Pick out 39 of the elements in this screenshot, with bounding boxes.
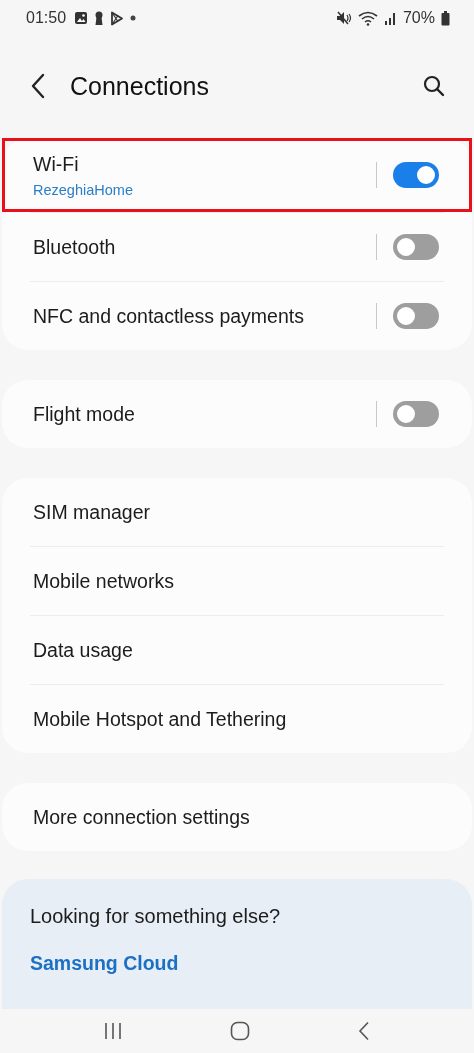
keyhole-icon — [94, 10, 105, 26]
recents-button[interactable] — [103, 1022, 124, 1040]
toggle-switch[interactable] — [393, 303, 439, 329]
battery-icon — [441, 10, 450, 26]
page-title: Connections — [70, 71, 209, 101]
settings-row[interactable]: More connection settings — [2, 783, 472, 851]
settings-row[interactable]: Wi-Fi RezeghiaHome — [2, 138, 472, 212]
setting-subtitle: RezeghiaHome — [33, 181, 134, 198]
signal-icon — [383, 11, 397, 25]
settings-row[interactable]: NFC and contactless payments — [2, 282, 472, 350]
settings-row[interactable]: SIM manager — [2, 478, 472, 546]
mute-icon — [335, 11, 352, 25]
settings-row[interactable]: Mobile Hotspot and Tethering — [2, 685, 472, 753]
settings-row[interactable]: Flight mode — [2, 380, 472, 448]
suggestion-title: Looking for something else? — [30, 905, 282, 928]
settings-row[interactable]: Mobile networks — [2, 547, 472, 615]
suggestion-link[interactable]: Samsung Cloud — [30, 952, 444, 975]
play-icon — [110, 10, 125, 26]
settings-row[interactable]: Bluetooth — [2, 213, 472, 281]
battery-percentage: 70% — [402, 9, 435, 27]
toggle-switch[interactable] — [393, 401, 439, 427]
back-nav-button[interactable] — [356, 1021, 371, 1041]
setting-label: Data usage — [33, 638, 134, 662]
notification-dot-icon — [130, 15, 137, 21]
setting-label: Mobile networks — [33, 569, 175, 593]
status-time: 01:50 — [26, 9, 67, 27]
toggle-switch[interactable] — [393, 162, 439, 188]
setting-label: Mobile Hotspot and Tethering — [33, 707, 288, 731]
setting-label: Bluetooth — [33, 235, 117, 259]
setting-label: More connection settings — [33, 805, 251, 829]
wifi-icon — [357, 10, 378, 26]
setting-label: Wi-Fi — [33, 152, 80, 176]
home-button[interactable] — [230, 1021, 250, 1041]
gallery-icon — [74, 11, 89, 25]
setting-label: Flight mode — [33, 402, 136, 426]
setting-label: NFC and contactless payments — [33, 304, 305, 328]
setting-label: SIM manager — [33, 500, 152, 524]
settings-row[interactable]: Data usage — [2, 616, 472, 684]
toggle-switch[interactable] — [393, 234, 439, 260]
